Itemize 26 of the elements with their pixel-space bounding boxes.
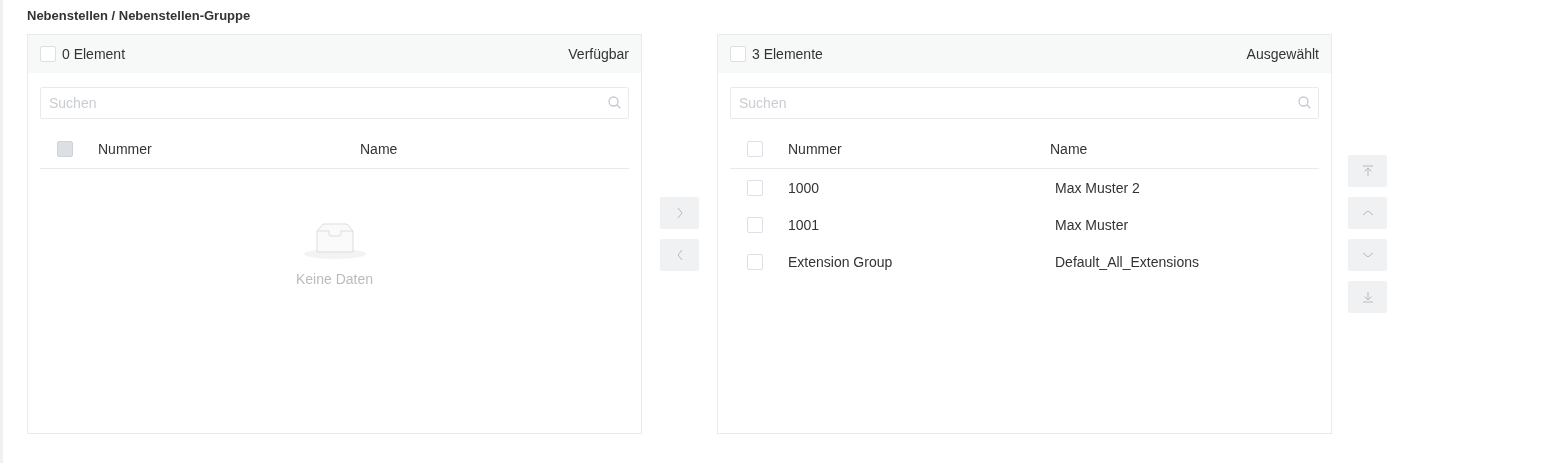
column-header: Name [1050, 141, 1088, 157]
checkbox[interactable] [747, 141, 763, 157]
item-count: 0 Element [62, 46, 126, 62]
table-cell-text: 1000 [788, 179, 821, 196]
column-header: Name [360, 141, 398, 157]
checkbox[interactable] [747, 253, 763, 270]
search-icon[interactable] [608, 96, 621, 109]
search-icon[interactable] [1298, 96, 1311, 109]
item-count: 3 Elemente [752, 46, 823, 62]
table-cell-text: Extension Group [788, 253, 894, 270]
panel-label: Ausgewählt [1246, 46, 1319, 62]
checkbox[interactable] [747, 179, 763, 196]
table-cell: Max Muster 2 [1055, 179, 1140, 196]
panel-label: Verfügbar [568, 46, 629, 62]
table-cell: Default_All_Extensions [1055, 253, 1199, 270]
column-header: Nummer [788, 141, 843, 157]
arrow-to-bottom-icon [1361, 291, 1374, 303]
checkbox[interactable] [747, 216, 763, 233]
checkbox[interactable] [730, 46, 746, 62]
table-cell: Max Muster [1055, 216, 1129, 233]
arrow-to-top-icon [1361, 165, 1374, 177]
checkbox[interactable] [40, 46, 56, 62]
section-title: Nebenstellen / Nebenstellen-Gruppe [27, 8, 252, 24]
column-header: Nummer [98, 141, 153, 157]
empty-message: Keine Daten [295, 271, 374, 287]
table-cell-text: 1001 [788, 216, 821, 233]
